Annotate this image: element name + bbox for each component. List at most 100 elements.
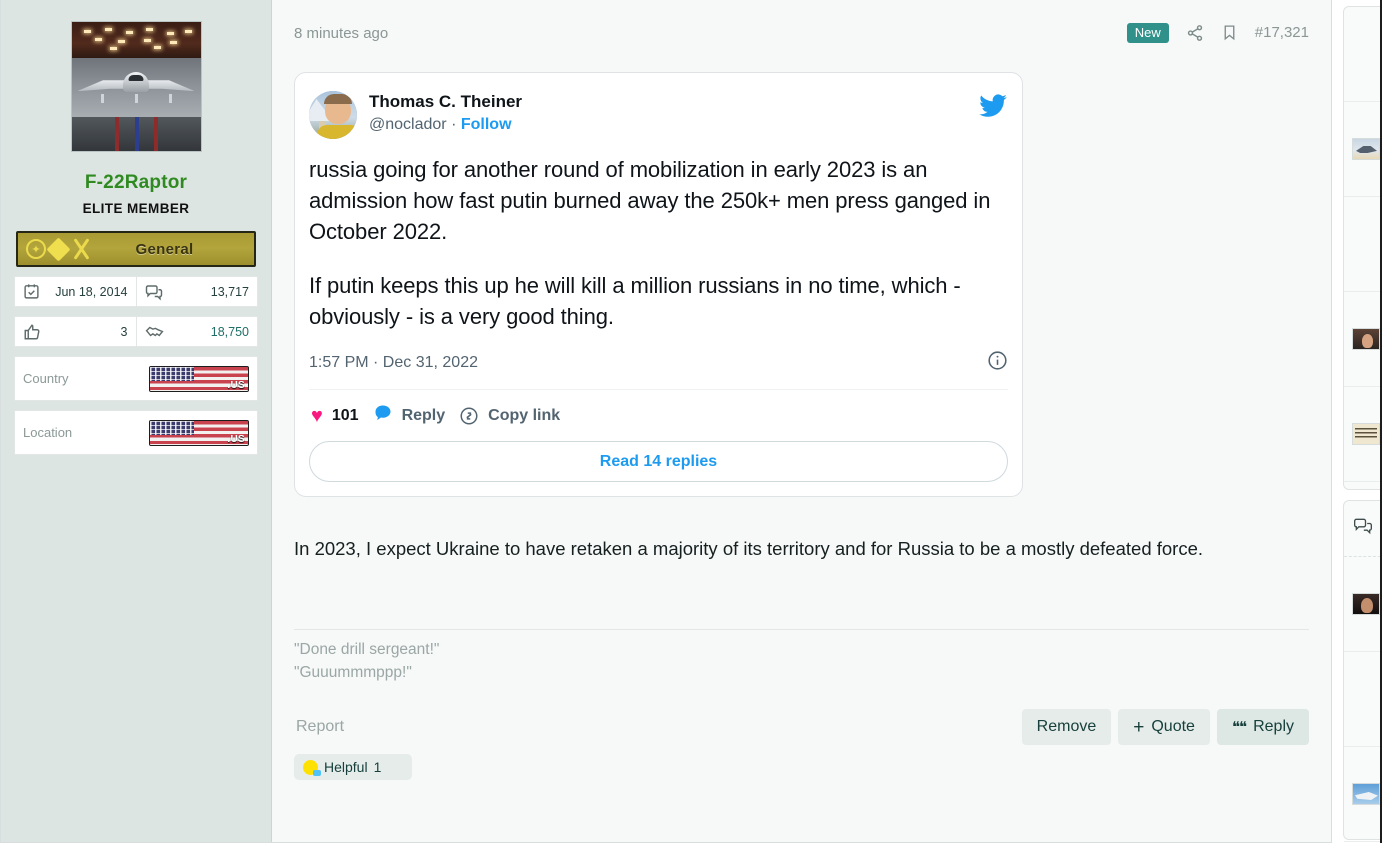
stat-value: Jun 18, 2014: [55, 284, 128, 299]
bookmark-icon[interactable]: [1221, 24, 1238, 41]
signature-divider: [294, 629, 1309, 631]
thumbnail-image: [1352, 783, 1380, 805]
thumbnail-image: [1352, 138, 1380, 160]
reply-button[interactable]: ❝❝ Reply: [1216, 709, 1309, 746]
list-item[interactable]: [1344, 7, 1382, 102]
thumbnail-image: [1352, 423, 1380, 445]
list-item[interactable]: [1344, 652, 1382, 747]
flag-tld-label: .US: [227, 379, 245, 391]
stat-value: 13,717: [210, 284, 249, 299]
tweet-body: russia going for another round of mobili…: [309, 154, 1008, 332]
tweet-header: Thomas C. Theiner @noclador · Follow: [309, 85, 1008, 141]
info-label: Country: [23, 371, 69, 386]
flag-tld-label: .US: [227, 433, 245, 445]
tweet-handle[interactable]: @noclador: [369, 116, 447, 133]
list-item[interactable]: [1344, 197, 1382, 292]
diamond-emblem-icon: [46, 236, 71, 262]
info-country: Country .US: [14, 356, 258, 401]
stat-likes: 3: [14, 316, 137, 347]
user-avatar[interactable]: [70, 21, 202, 152]
tweet-timestamp[interactable]: 1:57 PM · Dec 31, 2022: [309, 354, 478, 372]
reply-button-label: Reply: [1253, 718, 1294, 736]
quote-button[interactable]: + Quote: [1118, 709, 1210, 746]
heart-icon: ♥: [311, 404, 323, 427]
tweet-reply-action[interactable]: Reply: [373, 403, 446, 428]
floor-stripe: [134, 117, 139, 151]
info-label: Location: [23, 425, 73, 440]
remove-button[interactable]: Remove: [1021, 709, 1112, 746]
post-number[interactable]: #17,321: [1255, 24, 1309, 41]
info-circle-icon[interactable]: [987, 350, 1008, 376]
post-content-text: In 2023, I expect Ukraine to have retake…: [294, 538, 1204, 560]
list-item[interactable]: [1344, 102, 1382, 197]
status-badge-new: New: [1126, 22, 1169, 44]
tweet-like-action[interactable]: ♥ 101: [311, 406, 359, 426]
helpful-emoji-icon: [303, 759, 321, 776]
rank-label: General: [135, 240, 194, 258]
location-flag-us: .US: [149, 419, 249, 446]
tweet-separator: ·: [451, 115, 457, 133]
thumbnail-image: [1352, 328, 1380, 350]
floor-stripe: [115, 117, 120, 151]
tweet-paragraph: If putin keeps this up he will kill a mi…: [309, 272, 961, 329]
crossed-sabers-icon: [71, 238, 93, 260]
star-emblem-icon: ✦: [26, 239, 46, 259]
comments-icon: [1352, 516, 1374, 541]
rank-insignia-group: ✦: [26, 236, 93, 262]
list-item[interactable]: [1344, 387, 1382, 482]
tweet-reply-label: Reply: [401, 406, 446, 424]
list-item[interactable]: [1344, 747, 1382, 842]
share-icon[interactable]: [1186, 24, 1204, 42]
quote-marks-icon: ❝❝: [1231, 719, 1247, 737]
post-header-actions: New #17,321: [1126, 22, 1309, 44]
user-name[interactable]: F-22Raptor: [14, 172, 258, 194]
calendar-check-icon: [23, 283, 40, 300]
list-item[interactable]: [1344, 292, 1382, 387]
tweet-handle-row: @noclador · Follow: [369, 114, 522, 136]
speech-bubble-icon: [373, 403, 393, 428]
user-title: ELITE MEMBER: [82, 201, 190, 216]
tweet-meta: 1:57 PM · Dec 31, 2022: [309, 350, 1008, 391]
list-item[interactable]: [1344, 557, 1382, 652]
helpful-reaction-button[interactable]: Helpful 1: [294, 754, 412, 781]
stat-value: 3: [120, 324, 128, 339]
post-header: 8 minutes ago New #17,321: [294, 0, 1309, 66]
twitter-embed-card: Thomas C. Theiner @noclador · Follow rus…: [294, 72, 1023, 498]
follow-link[interactable]: Follow: [461, 116, 512, 133]
tweet-author-avatar[interactable]: [309, 91, 357, 139]
post-action-buttons: Remove + Quote ❝❝ Reply: [1021, 709, 1309, 746]
tweet-paragraph: russia going for another round of mobili…: [309, 157, 991, 245]
report-link[interactable]: Report: [294, 714, 346, 740]
rank-badge: ✦ General: [16, 231, 256, 267]
hangar-lights: [72, 25, 201, 56]
post-body: 8 minutes ago New #17,321 Thomas C. Thei…: [272, 0, 1331, 842]
tweet-copy-link-action[interactable]: Copy link: [459, 406, 560, 426]
stat-row-joined-messages: Jun 18, 2014 13,717: [14, 276, 258, 307]
quote-button-label: Quote: [1151, 718, 1195, 736]
tweet-copy-link-label: Copy link: [488, 406, 561, 424]
stat-row-likes-reactions: 3 18,750: [14, 316, 258, 347]
read-replies-button[interactable]: Read 14 replies: [309, 441, 1008, 483]
handshake-icon: [145, 322, 164, 341]
post-footer-bar: Report Remove + Quote ❝❝ Reply: [294, 709, 1309, 746]
tweet-actions: ♥ 101 Reply Copy link: [309, 390, 1008, 428]
tweet-like-count: 101: [331, 406, 359, 424]
right-rail-panel-top: [1343, 6, 1382, 490]
stealth-bomber-icon: [77, 68, 195, 104]
stat-message-count: 13,717: [136, 276, 258, 307]
thumbnail-image: [1352, 593, 1380, 615]
right-rail-panel-bottom: [1343, 500, 1382, 842]
comments-icon: [145, 283, 163, 301]
helpful-label: Helpful: [324, 759, 368, 776]
signature-line: "Done drill sergeant!": [294, 641, 440, 659]
post-container: F-22Raptor ELITE MEMBER ✦ General Jun 18…: [0, 0, 1332, 843]
plus-icon: +: [1133, 716, 1145, 738]
twitter-bird-icon[interactable]: [978, 91, 1008, 126]
user-info-sidebar: F-22Raptor ELITE MEMBER ✦ General Jun 18…: [1, 0, 272, 842]
tweet-display-name[interactable]: Thomas C. Theiner: [369, 91, 522, 114]
tweet-author-names: Thomas C. Theiner @noclador · Follow: [369, 91, 522, 136]
stat-value: 18,750: [210, 324, 249, 339]
thumbs-up-icon: [23, 323, 41, 341]
stat-joined-date: Jun 18, 2014: [14, 276, 137, 307]
info-location: Location .US: [14, 410, 258, 455]
